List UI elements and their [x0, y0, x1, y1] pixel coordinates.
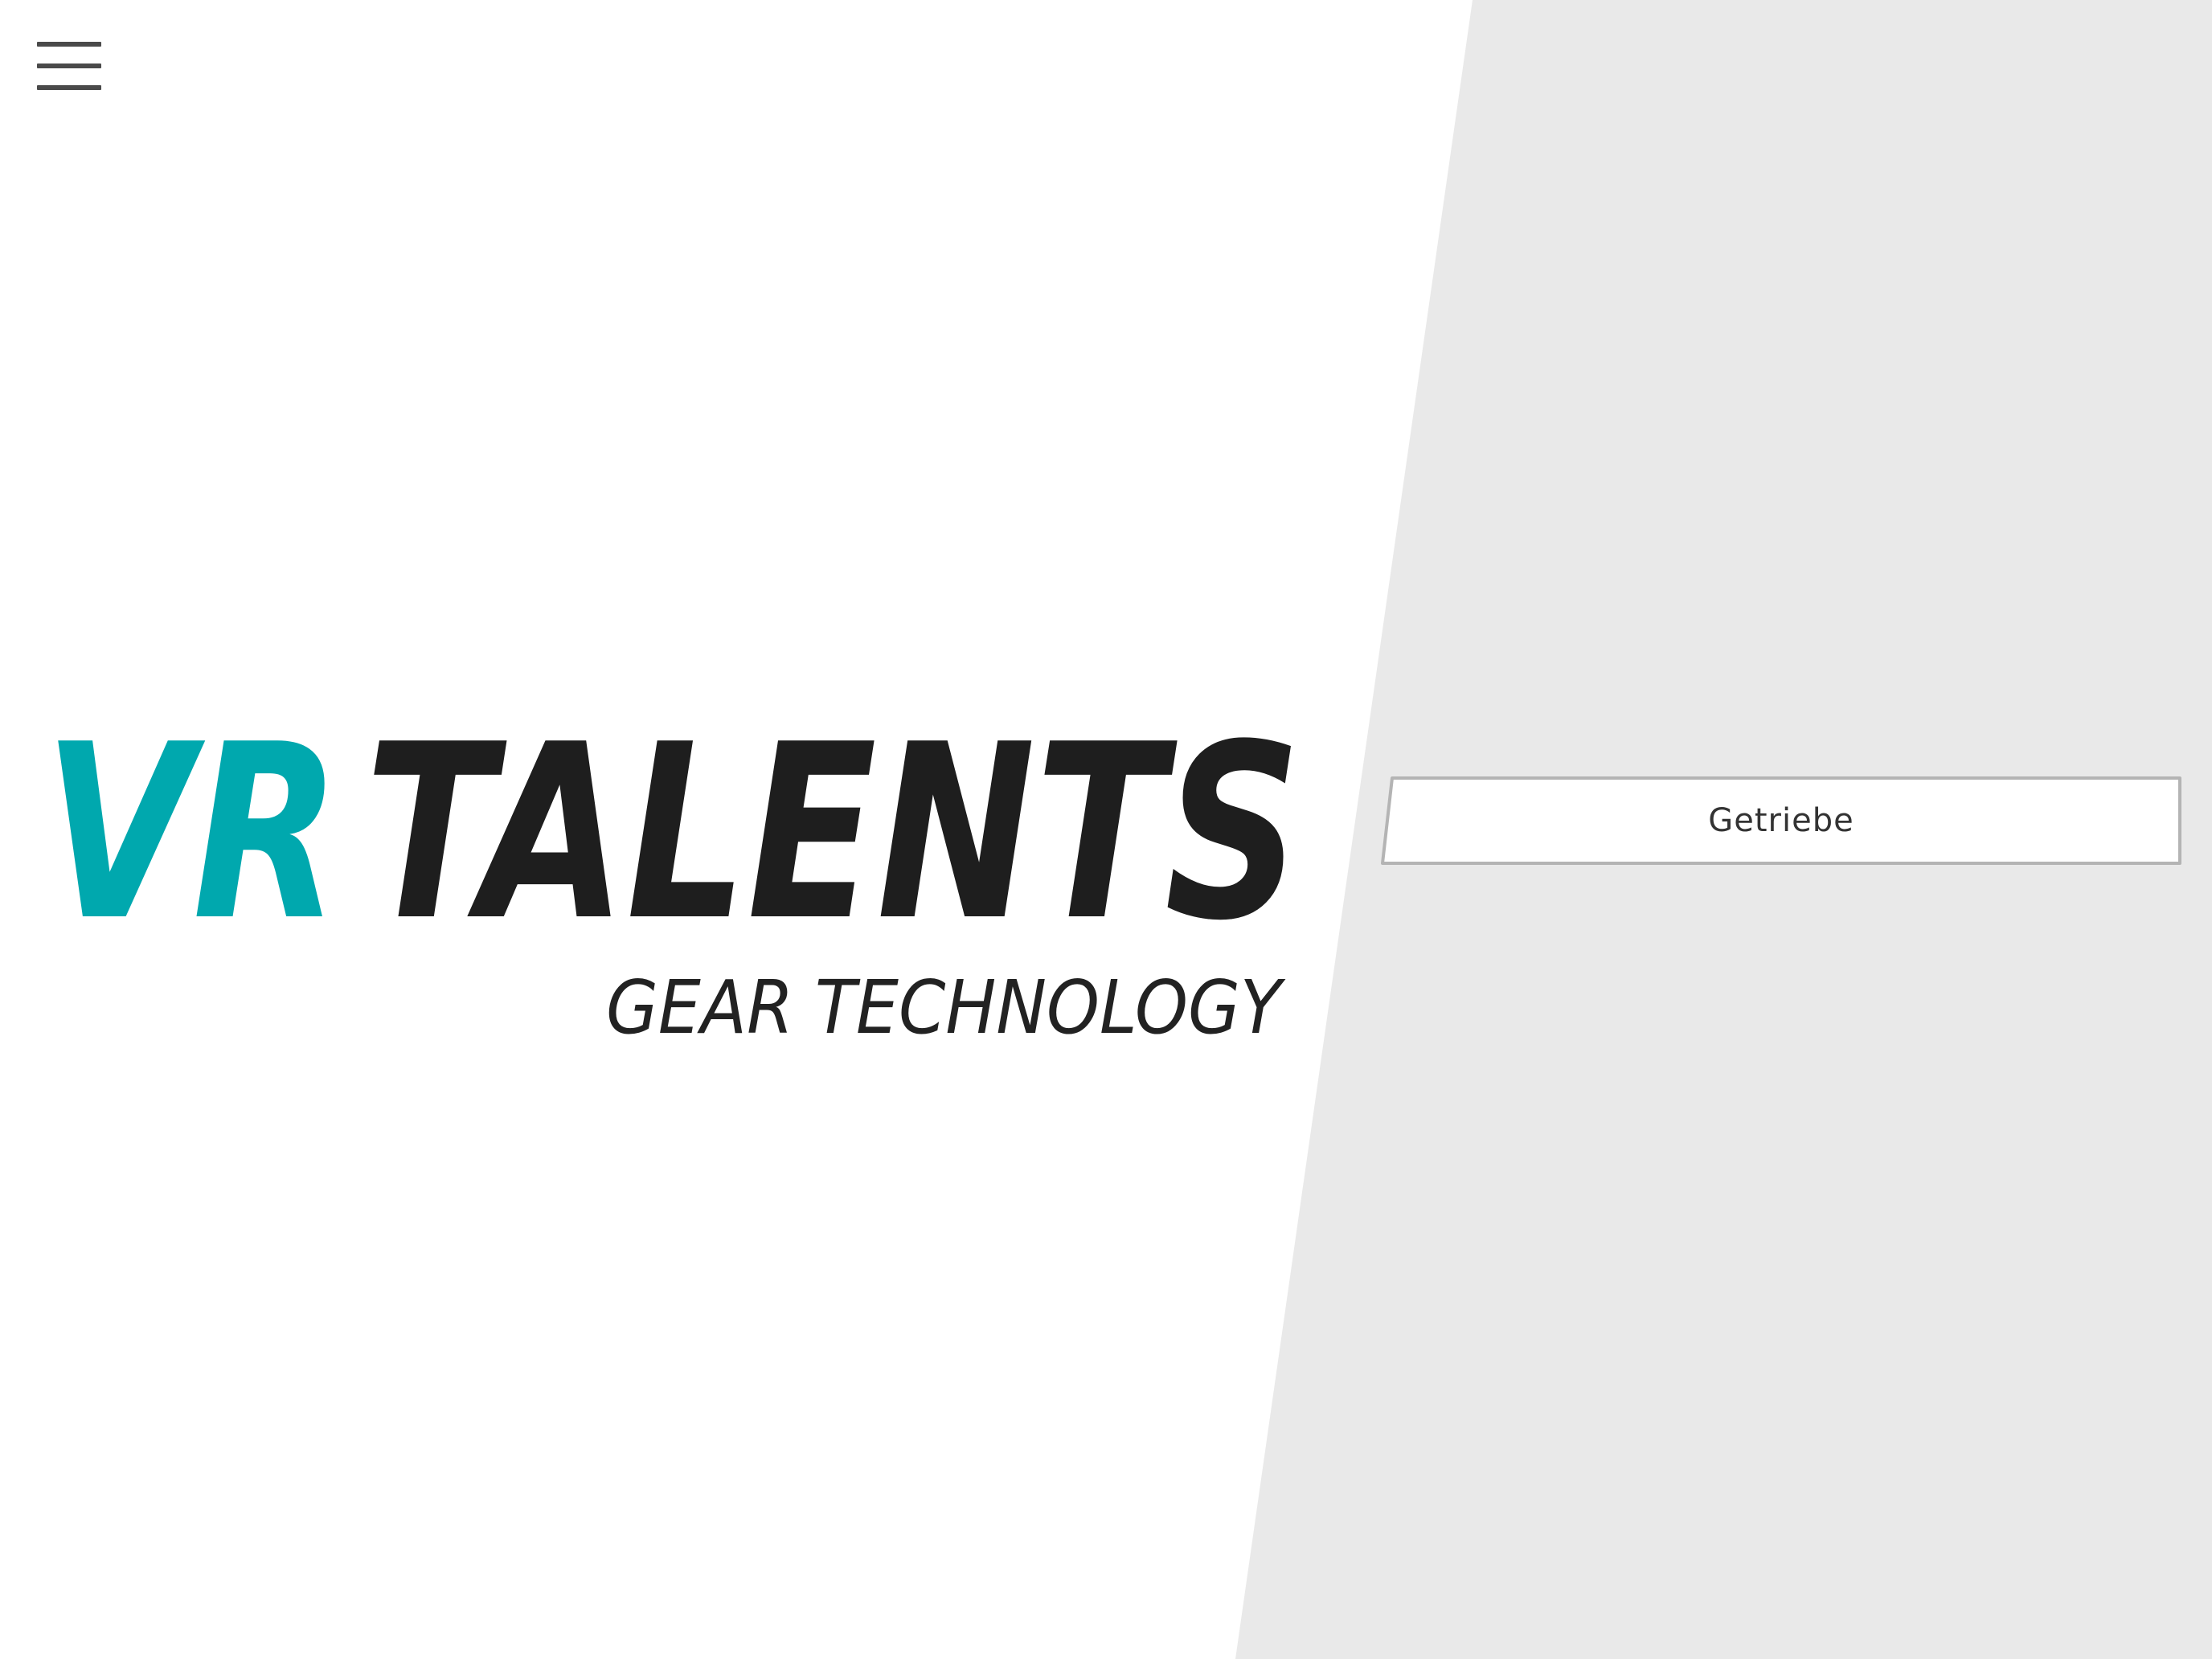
logo-talents-text: TALENTS — [365, 727, 1301, 973]
hamburger-line-bottom — [37, 85, 101, 90]
logo-vr-text: VR — [43, 727, 341, 973]
hamburger-line-middle — [37, 63, 101, 68]
vr-talents-logo: VR TALENTS GEAR TECHNOLOGY — [43, 727, 1301, 1049]
option-button-getriebe[interactable]: Getriebe — [1381, 776, 2181, 866]
option-label: Getriebe — [1708, 802, 1854, 839]
hamburger-menu-button[interactable] — [37, 42, 101, 92]
logo-tagline-text: GEAR TECHNOLOGY — [606, 965, 1286, 1049]
hamburger-line-top — [37, 42, 101, 47]
